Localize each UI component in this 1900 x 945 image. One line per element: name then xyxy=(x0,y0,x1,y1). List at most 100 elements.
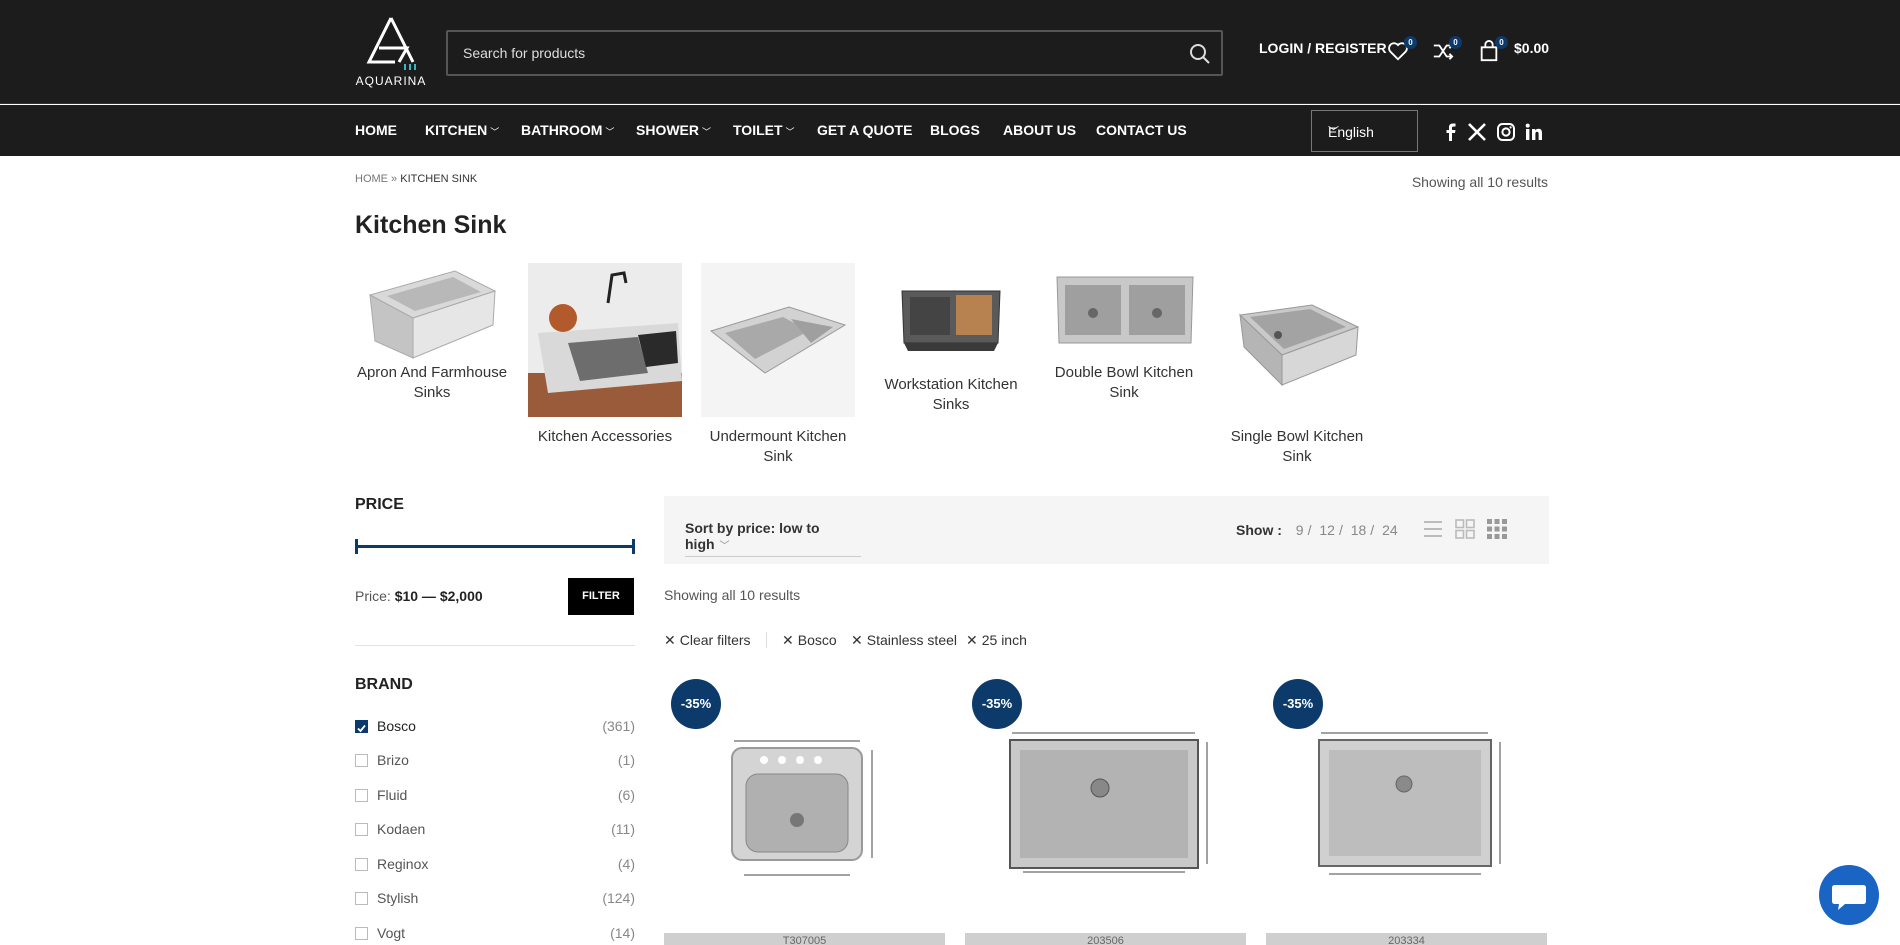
nav-kitchen[interactable]: KITCHEN ﹀ xyxy=(425,122,499,138)
product-card[interactable]: -35% T307005 xyxy=(664,670,945,945)
category-single-bowl[interactable]: Single Bowl Kitchen Sink xyxy=(1220,263,1374,467)
x-twitter-icon[interactable] xyxy=(1467,122,1487,142)
checkmark-icon xyxy=(357,724,366,733)
chevron-down-icon: ﹀ xyxy=(605,127,615,137)
category-label: Kitchen Accessories xyxy=(537,428,673,445)
brand-name: Vogt xyxy=(377,925,406,941)
chevron-down-icon: ﹀ xyxy=(1328,126,1339,138)
nav-bathroom[interactable]: BATHROOM ﹀ xyxy=(521,122,614,138)
nav-contact-us[interactable]: CONTACT US xyxy=(1096,122,1187,138)
cart-total[interactable]: $0.00 xyxy=(1514,40,1549,56)
checkbox-icon[interactable] xyxy=(355,754,368,767)
nav-about-us[interactable]: ABOUT US xyxy=(1003,122,1076,138)
brand-heading: BRAND xyxy=(355,676,413,693)
nav-get-a-quote[interactable]: GET A QUOTE xyxy=(817,122,912,138)
price-slider-track[interactable] xyxy=(355,545,635,548)
login-register-link[interactable]: LOGIN / REGISTER xyxy=(1259,40,1387,56)
per-page-18[interactable]: 18 xyxy=(1351,522,1367,538)
active-filter-label: Bosco xyxy=(797,632,837,648)
category-double-bowl[interactable]: Double Bowl Kitchen Sink xyxy=(1047,263,1201,403)
cart-count: 0 xyxy=(1495,36,1508,49)
category-image xyxy=(1220,263,1374,417)
logo-mark-icon xyxy=(366,17,416,70)
breadcrumb-home[interactable]: HOME xyxy=(355,173,388,185)
checkbox-icon[interactable] xyxy=(355,892,368,905)
search-input[interactable]: Search for products xyxy=(446,30,1223,76)
page-title: Kitchen Sink xyxy=(355,211,507,239)
single-bowl-sink-image xyxy=(1238,304,1360,387)
brand-name: Reginox xyxy=(377,856,429,872)
active-filter-25-inch[interactable]: ✕ 25 inch xyxy=(966,632,1027,649)
grid-2-view-icon[interactable] xyxy=(1454,518,1476,540)
checkbox-icon[interactable] xyxy=(355,927,368,940)
product-card[interactable]: -35% 203334 xyxy=(1266,670,1547,945)
breadcrumb: HOME » KITCHEN SINK xyxy=(355,173,477,185)
checkbox-icon[interactable] xyxy=(355,789,368,802)
category-undermount[interactable]: Undermount Kitchen Sink xyxy=(701,263,855,467)
facebook-icon[interactable] xyxy=(1441,122,1461,142)
sort-select[interactable]: Sort by price: low to high ﹀ xyxy=(685,520,861,557)
sort-value: Sort by price: low to high xyxy=(685,520,820,552)
brand-count: (1) xyxy=(617,752,635,768)
compare-button[interactable]: 0 xyxy=(1432,36,1462,64)
nav-blogs[interactable]: BLOGS xyxy=(930,122,980,138)
breadcrumb-current: KITCHEN SINK xyxy=(400,173,478,185)
nav-quote-label: GET A QUOTE xyxy=(817,122,913,138)
cart-button[interactable]: 0 xyxy=(1478,36,1508,64)
double-bowl-sink-image xyxy=(1056,276,1194,344)
clear-filters-button[interactable]: ✕ Clear filters xyxy=(664,632,751,649)
category-kitchen-accessories[interactable]: Kitchen Accessories xyxy=(528,263,682,447)
list-view-icon[interactable] xyxy=(1422,518,1444,540)
nav-blogs-label: BLOGS xyxy=(930,122,980,138)
per-page-12[interactable]: 12 xyxy=(1319,522,1335,538)
category-label: Single Bowl Kitchen Sink xyxy=(1230,428,1364,465)
category-apron-farmhouse[interactable]: Apron And Farmhouse Sinks xyxy=(355,263,509,403)
sink-image xyxy=(368,270,497,359)
site-logo[interactable]: AQUARINA xyxy=(355,16,427,88)
category-label: Undermount Kitchen Sink xyxy=(709,428,847,465)
product-sku: 203506 xyxy=(965,933,1246,945)
wishlist-button[interactable]: 0 xyxy=(1387,36,1417,64)
active-filter-bosco[interactable]: ✕ Bosco xyxy=(782,632,837,649)
wishlist-count: 0 xyxy=(1404,36,1417,49)
filter-separator xyxy=(766,632,767,648)
instagram-icon[interactable] xyxy=(1496,122,1516,142)
grid-3-view-icon[interactable] xyxy=(1486,518,1508,540)
checkbox-icon[interactable] xyxy=(355,858,368,871)
checkbox-checked-icon[interactable] xyxy=(355,720,368,733)
close-icon: ✕ xyxy=(966,632,978,648)
product-sku: 203334 xyxy=(1266,933,1547,945)
active-filter-stainless-steel[interactable]: ✕ Stainless steel xyxy=(851,632,957,649)
chevron-down-icon: ﹀ xyxy=(702,127,712,137)
category-workstation[interactable]: Workstation Kitchen Sinks xyxy=(874,263,1028,415)
category-label: Apron And Farmhouse Sinks xyxy=(356,364,508,401)
nav-toilet[interactable]: TOILET ﹀ xyxy=(733,122,795,138)
language-select[interactable]: English ﹀ xyxy=(1311,110,1418,152)
price-heading: PRICE xyxy=(355,496,404,513)
product-card[interactable]: -35% 203506 xyxy=(965,670,1246,945)
show-label: Show : xyxy=(1236,522,1282,538)
nav-toilet-label: TOILET xyxy=(733,122,783,138)
price-label-text: Price: xyxy=(355,588,391,604)
product-sku: T307005 xyxy=(664,933,945,945)
search-placeholder: Search for products xyxy=(463,45,586,61)
per-page-9[interactable]: 9 xyxy=(1296,522,1304,538)
brand-count: (11) xyxy=(611,821,635,837)
nav-about-label: ABOUT US xyxy=(1003,122,1077,138)
category-image xyxy=(355,263,509,363)
chat-button[interactable] xyxy=(1819,865,1879,925)
brand-count: (361) xyxy=(602,718,635,734)
checkbox-icon[interactable] xyxy=(355,823,368,836)
linkedin-icon[interactable] xyxy=(1524,122,1544,142)
top-header: AQUARINA Search for products LOGIN / REG… xyxy=(0,0,1900,104)
undermount-sink-image xyxy=(701,263,855,417)
per-page-24[interactable]: 24 xyxy=(1382,522,1398,538)
filter-button[interactable]: FILTER xyxy=(568,578,634,615)
search-icon[interactable] xyxy=(1189,43,1211,65)
nav-home[interactable]: HOME xyxy=(355,122,397,138)
nav-shower[interactable]: SHOWER ﹀ xyxy=(636,122,711,138)
price-slider-max-handle[interactable] xyxy=(632,539,635,554)
brand-count: (6) xyxy=(617,787,635,803)
price-slider-min-handle[interactable] xyxy=(355,539,358,554)
category-image xyxy=(701,263,855,417)
